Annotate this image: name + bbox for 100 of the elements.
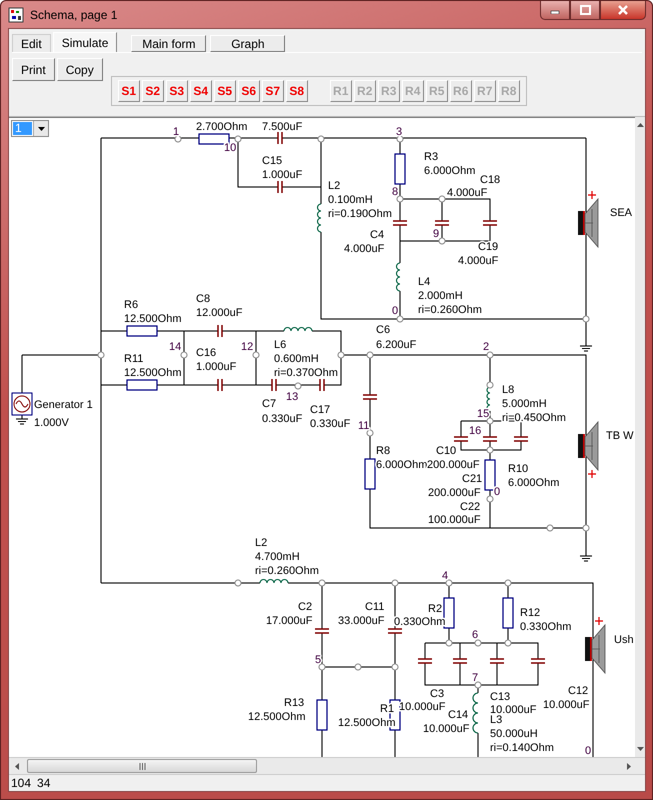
component-value: 6.200uF (376, 339, 416, 351)
step-button[interactable]: S5 (214, 80, 236, 102)
tab[interactable]: Edit (12, 34, 51, 52)
component-name: C19 (478, 241, 498, 253)
caret-icon (38, 126, 44, 130)
capacitor-symbol (271, 378, 277, 392)
close-button[interactable] (600, 1, 646, 20)
capacitor-symbol (217, 378, 223, 392)
close-icon (617, 5, 629, 15)
component-name: R8 (376, 445, 390, 457)
node-marker (582, 316, 590, 322)
node-marker (582, 524, 590, 532)
node-marker (234, 580, 242, 586)
node-marker (474, 640, 482, 646)
component-name: C21 (462, 473, 482, 485)
component-value: 0.330Ohm (520, 621, 572, 633)
capacitor-symbol (314, 628, 330, 634)
node-marker (338, 352, 344, 358)
resistor-symbol (364, 458, 376, 490)
minimize-button[interactable] (540, 1, 570, 20)
capacitor-symbol (392, 220, 408, 226)
speaker-name: SEA (610, 207, 632, 219)
toolbar-button[interactable]: Main form (131, 35, 206, 52)
component-name: C7 (262, 398, 276, 410)
node-number: 3 (396, 126, 402, 138)
ground-icon (580, 552, 592, 562)
component-name: C8 (196, 293, 210, 305)
node-number: 14 (169, 341, 182, 353)
step-button[interactable]: S6 (238, 80, 260, 102)
capacitor-symbol (277, 180, 283, 194)
node-marker (486, 496, 494, 502)
grip-icon (138, 762, 146, 770)
node-marker (396, 316, 404, 322)
capacitor-symbol (482, 220, 498, 226)
component-value: 100.000uF (428, 514, 481, 526)
component-value: 17.000uF (266, 615, 312, 627)
down-arrow-icon (636, 747, 644, 751)
component-value: 4.700mH (255, 551, 300, 563)
window-title: Schema, page 1 (30, 8, 118, 22)
node-number: 15 (477, 408, 490, 420)
component-value: 6.000Ohm (376, 459, 428, 471)
ground-icon (580, 342, 592, 352)
tab[interactable]: Simulate (52, 32, 118, 52)
capacitor-symbol (530, 658, 546, 664)
component-value: 50.000uH (490, 728, 538, 740)
node-marker (180, 352, 188, 358)
page-dropdown[interactable]: 1 (11, 120, 49, 137)
node-number: 10 (224, 142, 236, 154)
resistor-symbol (502, 597, 514, 629)
resistor-symbol (484, 459, 496, 491)
node-marker (392, 664, 398, 670)
node-number: 5 (315, 654, 322, 666)
vertical-scrollbar[interactable] (635, 117, 645, 757)
inductor-symbol (396, 262, 401, 292)
speaker-icon (578, 420, 598, 479)
component-value: 0.330uF (262, 413, 302, 425)
component-name: L3 (490, 714, 502, 726)
node-number: 13 (286, 391, 298, 403)
component-name: R3 (424, 151, 438, 163)
node-number: 4 (442, 570, 448, 582)
component-value: 4.000uF (344, 243, 384, 255)
component-value: ri=0.370Ohm (274, 367, 338, 379)
component-value: 7.500uF (262, 121, 302, 133)
node-number: 7 (472, 672, 478, 684)
generator-voltage: 1.000V (34, 417, 69, 429)
node-marker (474, 682, 482, 688)
resistor-symbol (316, 699, 328, 731)
component-name: L2 (255, 537, 268, 549)
step-button[interactable]: S4 (190, 80, 212, 102)
step-button[interactable]: S7 (262, 80, 284, 102)
component-name: R11 (124, 353, 144, 365)
maximize-icon (580, 5, 590, 15)
left-arrow-icon (15, 762, 19, 770)
step-button[interactable]: S2 (142, 80, 164, 102)
toolbar-button[interactable]: Copy (56, 58, 103, 81)
node-marker (318, 136, 324, 142)
node-number: 2 (483, 341, 490, 353)
scroll-thumb[interactable] (27, 759, 257, 773)
component-name: C15 (262, 155, 282, 167)
step-button[interactable]: S1 (118, 80, 140, 102)
toolbar-button[interactable]: Graph (210, 35, 286, 52)
step-button[interactable]: S8 (286, 80, 308, 102)
toolbar-button[interactable]: Print (12, 58, 55, 81)
node-marker (366, 430, 374, 436)
horizontal-scrollbar[interactable] (9, 757, 645, 774)
step-button[interactable]: S3 (166, 80, 188, 102)
dropdown-button[interactable] (33, 121, 48, 136)
capacitor-symbol (489, 658, 505, 664)
node-marker (392, 580, 398, 586)
component-value: ri=0.190Ohm (328, 208, 392, 220)
node-marker (486, 446, 494, 454)
speaker-icon (585, 616, 606, 674)
component-value: 4.000uF (458, 255, 498, 267)
capacitor-symbol (482, 436, 498, 442)
node-marker (318, 664, 326, 670)
node-marker (174, 136, 182, 142)
capacitor-symbol (277, 131, 283, 145)
up-arrow-icon (636, 123, 644, 127)
maximize-button[interactable] (570, 1, 600, 20)
component-value: 0.330uF (310, 418, 350, 430)
